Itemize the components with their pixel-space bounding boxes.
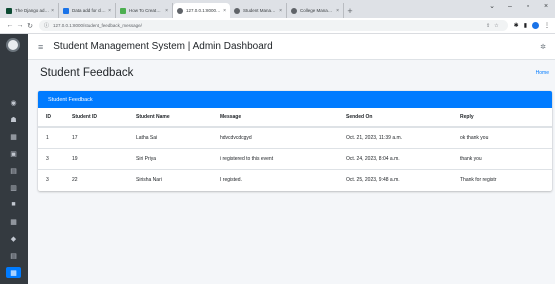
table-header-row: ID Student ID Student Name Message Sende…	[38, 108, 552, 128]
menu-kebab-icon[interactable]: ⋮	[544, 22, 550, 29]
share-bookmark-icons[interactable]: ⇪☆	[486, 23, 503, 29]
sidepanel-icon[interactable]: ▮	[524, 22, 527, 29]
window-controls: ⌄ – ▫ ×	[483, 0, 555, 14]
close-tab-icon[interactable]: ×	[279, 8, 282, 14]
staff-feedback-icon[interactable]: ▤	[6, 250, 21, 261]
attendance-icon[interactable]: ■	[6, 199, 21, 210]
course-icon[interactable]: ▦	[6, 131, 21, 142]
minimize-icon[interactable]: –	[501, 0, 519, 14]
cell-id: 3	[38, 147, 64, 169]
tab-title: Student Managemen	[243, 8, 277, 13]
docs-favicon-icon	[63, 7, 69, 14]
new-tab-icon[interactable]: +	[344, 3, 356, 18]
table-row: 3 19 Siri Priya i registered to this eve…	[38, 147, 552, 169]
cell-sended-on: Oct. 25, 2023, 9:48 a.m.	[338, 168, 452, 190]
leave-icon[interactable]: ▦	[6, 216, 21, 227]
breadcrumb-home[interactable]: Home	[536, 70, 549, 76]
cell-reply: thank you	[452, 147, 552, 169]
forward-icon[interactable]: →	[15, 22, 25, 29]
browser-tab-active[interactable]: 127.0.0.1:8000/stude ×	[173, 3, 230, 18]
browser-toolbar: ← → ↻ ⓘ 127.0.0.1:8000/student_feedback_…	[0, 18, 555, 34]
feedback-table: ID Student ID Student Name Message Sende…	[38, 108, 552, 190]
app-sidebar: ◉ ☗ ▦ ▣ ▤ ▥ ■ ▦ ◆ ▤ ▦	[0, 34, 28, 284]
cell-student-id: 17	[64, 126, 128, 148]
column-header: Student Name	[128, 108, 212, 128]
cell-student-name: Latha Sai	[128, 126, 212, 148]
app-title: Student Management System | Admin Dashbo…	[53, 41, 273, 52]
close-tab-icon[interactable]: ×	[223, 8, 226, 14]
cell-sended-on: Oct. 24, 2023, 8:04 a.m.	[338, 147, 452, 169]
browser-tabstrip: The Django administr × Data add for clas…	[0, 0, 555, 18]
wikihow-favicon-icon	[120, 7, 126, 14]
cell-reply: Thank for registr	[452, 168, 552, 190]
session-icon[interactable]: ▤	[6, 165, 21, 176]
cell-message: hdvcdvcdcgyd	[212, 126, 338, 148]
graduation-cap-icon[interactable]: ◆	[6, 233, 21, 244]
globe-favicon-icon	[291, 7, 297, 14]
address-bar[interactable]: ⓘ 127.0.0.1:8000/student_feedback_messag…	[39, 20, 508, 31]
cell-id: 1	[38, 126, 64, 148]
cell-message: I registed.	[212, 168, 338, 190]
cell-student-id: 19	[64, 147, 128, 169]
tab-search-icon[interactable]: ⌄	[483, 0, 501, 14]
tab-title: College Managemen	[300, 8, 334, 13]
feedback-card: Student Feedback ID Student ID Student N…	[38, 91, 552, 191]
settings-icon[interactable]: ✲	[540, 43, 546, 51]
cell-id: 3	[38, 168, 64, 190]
close-window-icon[interactable]: ×	[537, 0, 555, 14]
back-icon[interactable]: ←	[5, 22, 15, 29]
column-header: Student ID	[64, 108, 128, 128]
subject-icon[interactable]: ▣	[6, 148, 21, 159]
card-header: Student Feedback	[38, 91, 552, 108]
brand-logo[interactable]	[6, 38, 20, 52]
tab-title: 127.0.0.1:8000/stude	[186, 8, 221, 13]
cell-sended-on: Oct. 21, 2023, 11:39 a.m.	[338, 126, 452, 148]
browser-tab[interactable]: Data add for class - ×	[59, 3, 116, 18]
staff-icon[interactable]: ☗	[6, 114, 21, 125]
browser-tab[interactable]: The Django administr ×	[2, 3, 59, 18]
column-header: ID	[38, 108, 64, 128]
cell-student-name: Siri Priya	[128, 147, 212, 169]
column-header: Reply	[452, 108, 552, 128]
close-tab-icon[interactable]: ×	[108, 8, 111, 14]
close-tab-icon[interactable]: ×	[336, 8, 339, 14]
url-text: 127.0.0.1:8000/student_feedback_message/	[53, 23, 142, 28]
django-favicon-icon	[6, 7, 12, 14]
extensions-icon[interactable]: ✱	[514, 22, 519, 29]
hamburger-menu-icon[interactable]: ≡	[38, 42, 43, 52]
tab-title: Data add for class -	[72, 8, 107, 13]
student-feedback-icon[interactable]: ▦	[6, 267, 21, 278]
profile-avatar[interactable]	[532, 22, 539, 29]
table-row: 1 17 Latha Sai hdvcdvcdcgyd Oct. 21, 202…	[38, 126, 552, 148]
app-header: ≡ Student Management System | Admin Dash…	[28, 34, 555, 60]
close-tab-icon[interactable]: ×	[51, 8, 54, 14]
tab-title: How To Create a Fil	[129, 8, 163, 13]
globe-favicon-icon	[177, 7, 183, 14]
browser-tab[interactable]: Student Managemen ×	[230, 3, 287, 18]
column-header: Message	[212, 108, 338, 128]
reload-icon[interactable]: ↻	[25, 22, 35, 30]
globe-favicon-icon	[234, 7, 240, 14]
column-header: Sended On	[338, 108, 452, 128]
extension-area: ✱ ▮ ⋮	[514, 22, 550, 29]
maximize-icon[interactable]: ▫	[519, 0, 537, 14]
table-row: 3 22 Sirisha Nari I registed. Oct. 25, 2…	[38, 168, 552, 190]
info-icon[interactable]: ⓘ	[44, 22, 49, 29]
students-icon[interactable]: ▥	[6, 182, 21, 193]
cell-student-name: Sirisha Nari	[128, 168, 212, 190]
tab-title: The Django administr	[15, 8, 50, 13]
page-title: Student Feedback	[40, 67, 134, 79]
browser-tab[interactable]: College Managemen ×	[287, 3, 344, 18]
cell-reply: ok thank you	[452, 126, 552, 148]
close-tab-icon[interactable]: ×	[165, 8, 168, 14]
browser-tab[interactable]: How To Create a Fil ×	[116, 3, 173, 18]
dashboard-icon[interactable]: ◉	[6, 97, 21, 108]
cell-message: i registered to this event	[212, 147, 338, 169]
cell-student-id: 22	[64, 168, 128, 190]
